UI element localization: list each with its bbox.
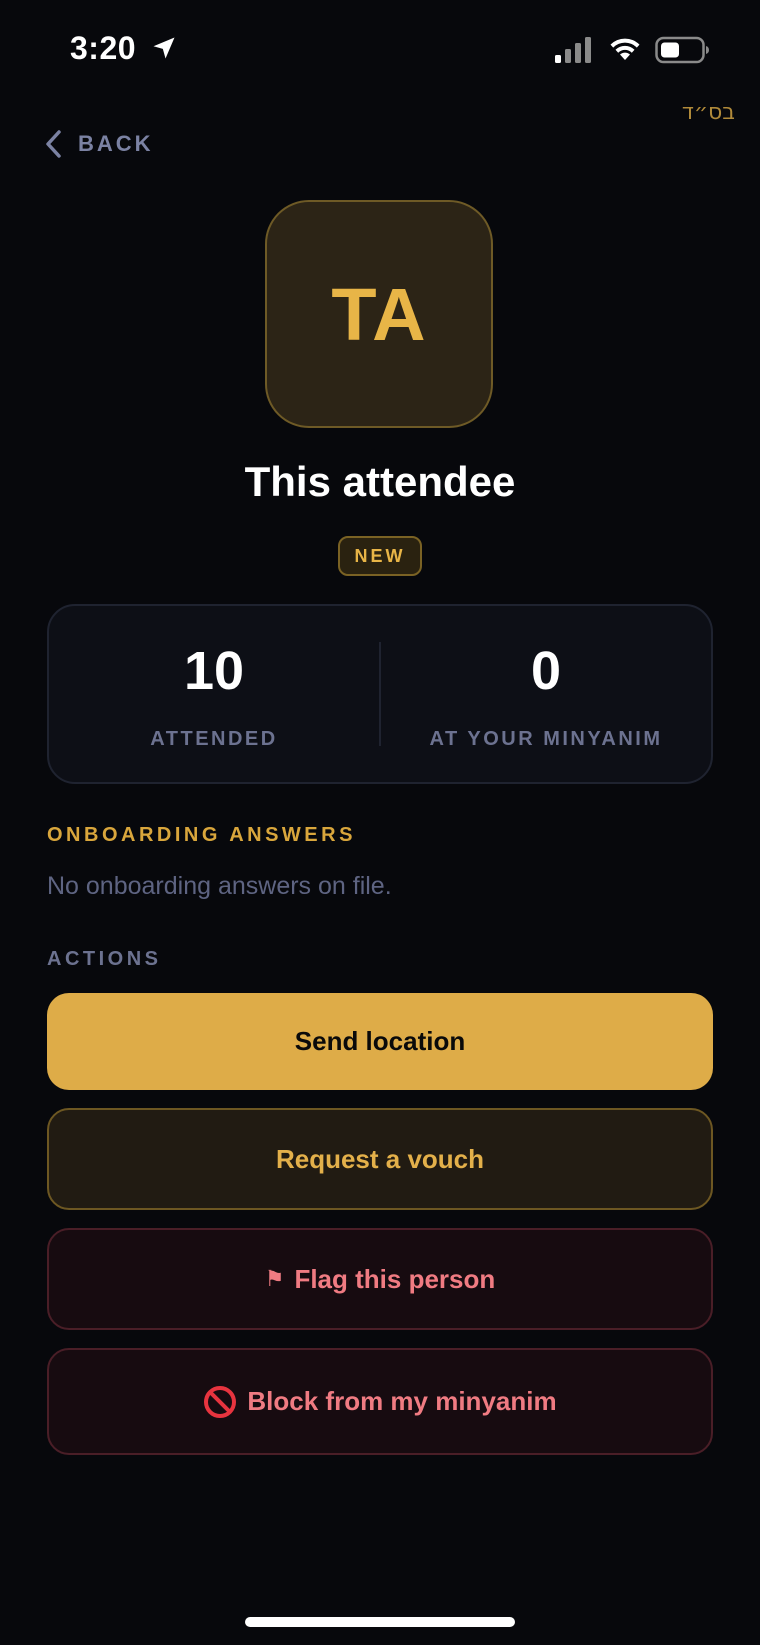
back-label: BACK <box>78 131 154 156</box>
location-arrow-icon <box>153 37 175 59</box>
block-button[interactable]: Block from my minyanim <box>47 1348 713 1455</box>
battery-icon <box>655 36 709 64</box>
flag-person-button[interactable]: ⚑ Flag this person <box>47 1228 713 1330</box>
block-label: Block from my minyanim <box>247 1386 557 1416</box>
onboarding-empty-text: No onboarding answers on file. <box>47 872 392 900</box>
flag-icon: ⚑ <box>264 1266 285 1292</box>
stat-attended: 10 ATTENDED <box>49 606 379 782</box>
stats-card: 10 ATTENDED 0 AT YOUR MINYANIM <box>47 604 713 784</box>
avatar: TA <box>265 200 493 428</box>
status-time: 3:20 <box>70 30 137 66</box>
send-location-button[interactable]: Send location <box>47 993 713 1090</box>
wifi-icon <box>610 38 640 60</box>
status-bar: 3:20 <box>0 0 760 100</box>
chevron-left-icon <box>46 130 61 158</box>
bsd-label: בס״ד <box>681 100 735 125</box>
stat-at-your-minyanim: 0 AT YOUR MINYANIM <box>381 606 711 782</box>
status-badge: NEW <box>338 536 422 576</box>
attendee-name: This attendee <box>244 458 516 505</box>
onboarding-heading: ONBOARDING ANSWERS <box>47 824 356 846</box>
back-button[interactable]: BACK <box>44 126 154 162</box>
cellular-signal-icon <box>555 37 591 63</box>
request-vouch-button[interactable]: Request a vouch <box>47 1108 713 1210</box>
actions-heading: ACTIONS <box>47 948 162 970</box>
stat-at-your-minyanim-value: 0 <box>530 641 562 701</box>
send-location-label: Send location <box>294 1026 466 1056</box>
stat-attended-label: ATTENDED <box>150 728 278 750</box>
stat-at-your-minyanim-label: AT YOUR MINYANIM <box>429 728 663 750</box>
home-indicator[interactable] <box>245 1617 515 1627</box>
no-entry-icon <box>203 1385 237 1419</box>
avatar-initials: TA <box>331 272 427 356</box>
stat-attended-value: 10 <box>183 641 245 701</box>
flag-person-label: Flag this person <box>294 1263 496 1294</box>
request-vouch-label: Request a vouch <box>275 1143 485 1174</box>
